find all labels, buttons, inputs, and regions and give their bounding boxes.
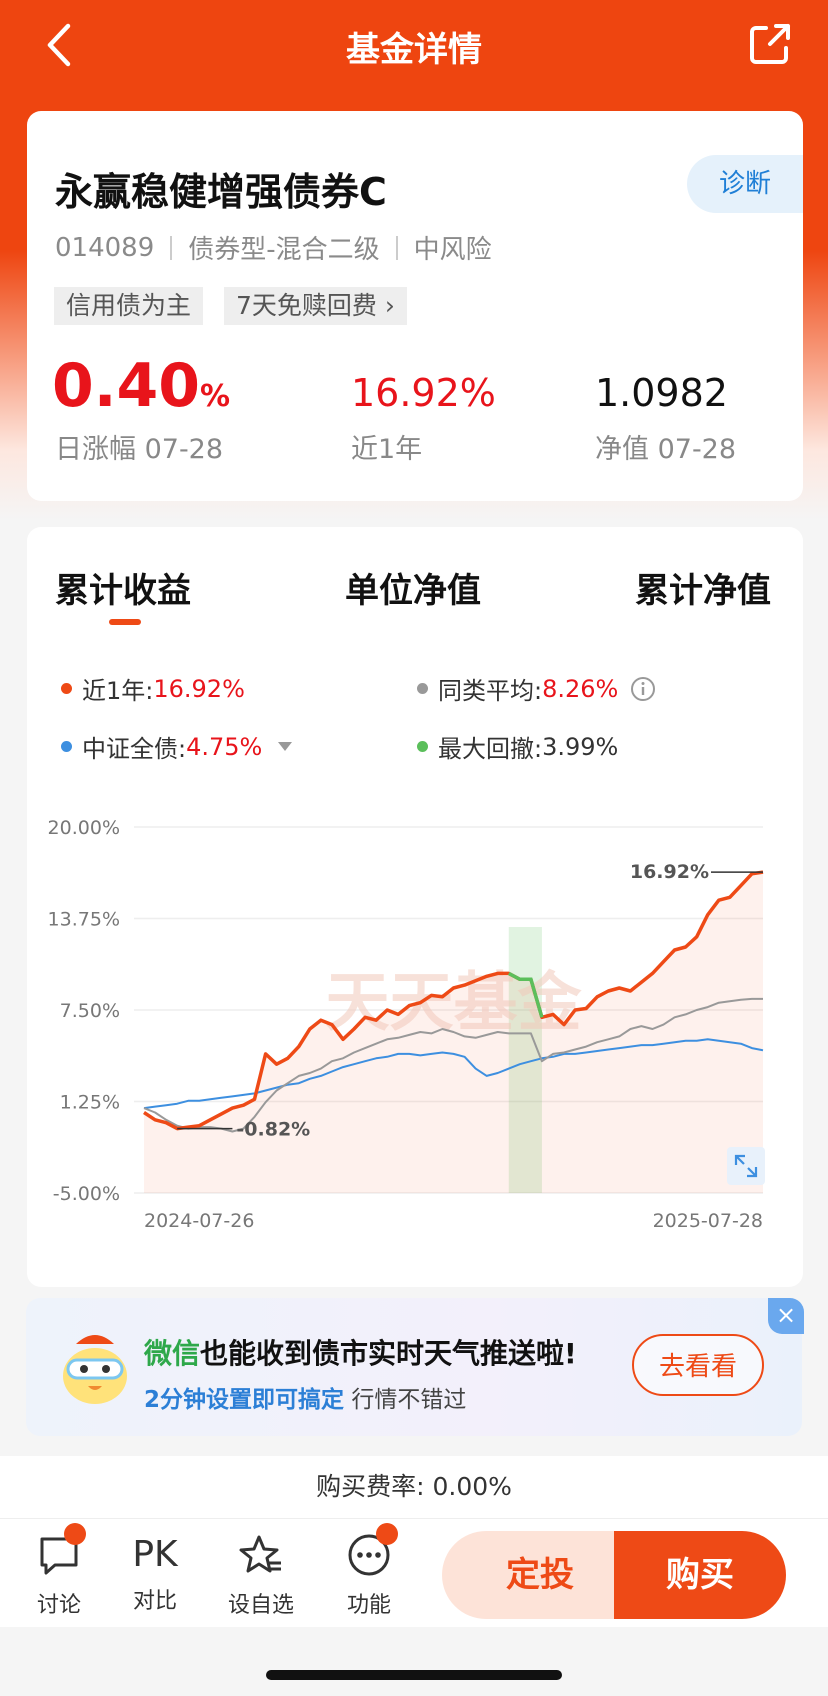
chart-card: 累计收益 单位净值 累计净值 近1年: 16.92% 同类平均: 8.26% 中… bbox=[27, 527, 803, 1287]
more-functions-label: 功能 bbox=[346, 1593, 391, 1618]
legend-dot-fund bbox=[61, 683, 72, 694]
y-tick-label: 20.00% bbox=[48, 817, 120, 839]
buy-button[interactable]: 购买 bbox=[614, 1531, 786, 1619]
min-annotation: -0.82% bbox=[236, 1119, 310, 1141]
legend-fund-label: 近1年: bbox=[82, 677, 154, 705]
promo-go-button[interactable]: 去看看 bbox=[632, 1334, 764, 1396]
tag-redemption-fee[interactable]: 7天免赎回费 › bbox=[224, 287, 407, 325]
page-title: 基金详情 bbox=[346, 30, 482, 70]
divider bbox=[170, 235, 173, 260]
daily-change-block: 0.40% bbox=[52, 351, 230, 421]
star-icon bbox=[239, 1535, 281, 1573]
discuss-label: 讨论 bbox=[36, 1593, 81, 1618]
info-icon[interactable] bbox=[630, 676, 656, 702]
purchase-fee-rate: 购买费率: 0.00% bbox=[0, 1456, 828, 1518]
wechat-promo-banner[interactable]: 微信也能收到债市实时天气推送啦! 2分钟设置即可搞定 行情不错过 去看看 bbox=[26, 1298, 802, 1436]
caret-down-icon[interactable] bbox=[278, 741, 293, 752]
x-tick-label-end: 2025-07-28 bbox=[653, 1210, 763, 1232]
discuss-button[interactable]: 讨论 bbox=[14, 1533, 104, 1619]
promo-subtitle: 2分钟设置即可搞定 行情不错过 bbox=[144, 1380, 466, 1414]
fund-code: 014089 bbox=[55, 232, 155, 263]
legend-drawdown-value: 3.99% bbox=[542, 732, 619, 761]
notification-badge bbox=[64, 1523, 86, 1545]
share-icon[interactable] bbox=[748, 22, 792, 66]
fund-name: 永赢稳健增强债券C bbox=[55, 170, 387, 214]
legend-fund-value: 16.92% bbox=[153, 674, 245, 703]
compare-label: 对比 bbox=[132, 1589, 177, 1614]
promo-title: 微信也能收到债市实时天气推送啦! bbox=[144, 1332, 577, 1372]
sip-button[interactable]: 定投 bbox=[442, 1531, 638, 1619]
promo-title-text: 也能收到债市实时天气推送啦! bbox=[200, 1337, 577, 1370]
daily-change-label: 日涨幅 07-28 bbox=[55, 434, 224, 465]
one-year-return-value: 16.92% bbox=[351, 371, 496, 415]
close-icon[interactable]: × bbox=[768, 1298, 804, 1334]
legend-index-value: 4.75% bbox=[186, 732, 263, 761]
y-tick-label: 13.75% bbox=[48, 909, 120, 931]
add-watchlist-label: 设自选 bbox=[227, 1593, 294, 1618]
pk-icon: PK bbox=[132, 1534, 178, 1575]
fund-meta: 014089 债券型-混合二级 中风险 bbox=[55, 229, 492, 266]
promo-sub-highlight: 2分钟设置即可搞定 bbox=[144, 1387, 345, 1413]
expand-icon[interactable] bbox=[727, 1147, 765, 1185]
y-tick-label: 7.50% bbox=[60, 1000, 120, 1022]
return-chart[interactable]: 20.00% 13.75% 7.50% 1.25% -5.00% 2024-07-26 20… bbox=[27, 777, 803, 1277]
active-tab-indicator bbox=[109, 619, 141, 625]
y-tick-label: -5.00% bbox=[53, 1183, 120, 1205]
x-tick-label-start: 2024-07-26 bbox=[144, 1210, 254, 1232]
compare-button[interactable]: PK 对比 bbox=[110, 1533, 200, 1615]
add-watchlist-button[interactable]: 设自选 bbox=[216, 1533, 306, 1619]
fund-type: 债券型-混合二级 bbox=[188, 235, 380, 265]
mascot-icon bbox=[63, 1335, 127, 1404]
watermark: 天天基金 bbox=[326, 967, 583, 1041]
legend-dot-index bbox=[61, 741, 72, 752]
legend-peer-label: 同类平均: bbox=[438, 677, 543, 705]
promo-title-wechat: 微信 bbox=[144, 1337, 201, 1370]
tag-credit-bond: 信用债为主 bbox=[54, 287, 204, 325]
notification-badge bbox=[376, 1523, 398, 1545]
tab-unit-nav[interactable]: 单位净值 bbox=[345, 563, 481, 612]
tab-cumulative-return[interactable]: 累计收益 bbox=[55, 563, 191, 612]
fund-risk: 中风险 bbox=[413, 235, 492, 265]
legend-drawdown: 最大回撤: 3.99% bbox=[417, 729, 618, 764]
divider bbox=[395, 235, 398, 260]
legend-peer-value: 8.26% bbox=[542, 674, 619, 703]
legend-dot-peer bbox=[417, 683, 428, 694]
more-functions-button[interactable]: 功能 bbox=[324, 1533, 414, 1619]
diagnose-button[interactable]: 诊断 bbox=[687, 155, 803, 213]
legend-drawdown-label: 最大回撤: bbox=[438, 735, 543, 763]
nav-label: 净值 07-28 bbox=[595, 434, 737, 465]
bottom-action-bar: 讨论 PK 对比 设自选 功能 定投 购买 bbox=[0, 1518, 828, 1627]
promo-sub-text: 行情不错过 bbox=[351, 1387, 467, 1413]
one-year-return-label: 近1年 bbox=[351, 434, 423, 465]
legend-index-label: 中证全债: bbox=[82, 735, 187, 763]
legend-peer: 同类平均: 8.26% bbox=[417, 671, 656, 706]
legend-fund: 近1年: 16.92% bbox=[61, 671, 245, 706]
nav-value: 1.0982 bbox=[595, 371, 728, 415]
tab-cumulative-nav[interactable]: 累计净值 bbox=[635, 563, 771, 612]
y-tick-label: 1.25% bbox=[60, 1092, 120, 1114]
legend-dot-drawdown bbox=[417, 741, 428, 752]
daily-change-unit: % bbox=[200, 379, 231, 414]
home-indicator bbox=[266, 1670, 562, 1680]
legend-index[interactable]: 中证全债: 4.75% bbox=[61, 729, 293, 764]
max-annotation: 16.92% bbox=[630, 861, 709, 883]
daily-change-value: 0.40 bbox=[52, 351, 201, 421]
fund-info-card: 永赢稳健增强债券C 诊断 014089 债券型-混合二级 中风险 信用债为主 7… bbox=[27, 111, 803, 501]
